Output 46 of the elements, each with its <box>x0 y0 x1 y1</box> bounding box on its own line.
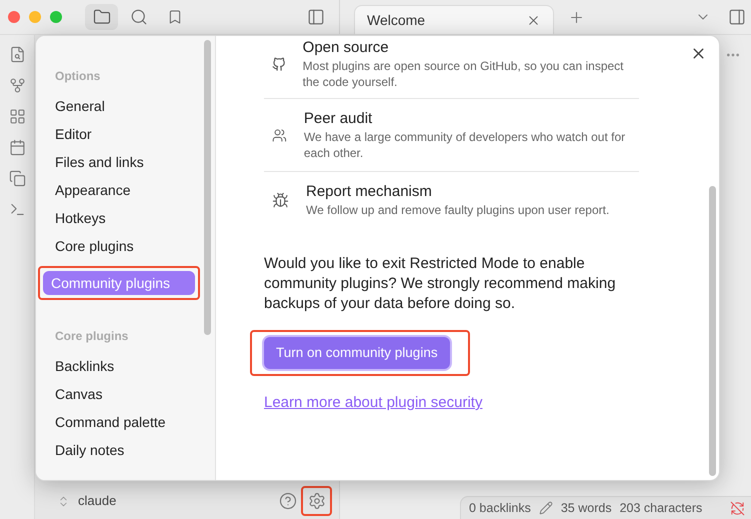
feature-title: Report mechanism <box>306 182 433 201</box>
feature-description: Most plugins are open source on GitHub, so you can inspect the code yourself. <box>302 58 625 90</box>
folder-icon <box>92 8 110 26</box>
settings-icon[interactable] <box>308 492 326 510</box>
sidebar-toggle-icon[interactable] <box>307 8 325 26</box>
section-heading: Options <box>54 68 102 85</box>
bookmark-icon[interactable] <box>167 9 183 25</box>
file-search-icon[interactable] <box>8 46 26 63</box>
calendar-icon[interactable] <box>8 139 26 156</box>
section-heading: Core plugins <box>54 328 130 345</box>
copy-icon[interactable] <box>8 170 26 187</box>
tab[interactable]: Welcome <box>354 5 554 34</box>
folder-button[interactable] <box>85 4 118 30</box>
settings-nav-item[interactable]: Backlinks <box>47 354 195 378</box>
grid-icon[interactable] <box>8 108 26 125</box>
status-text: 0 backlinks <box>469 500 531 517</box>
turn-on-button[interactable]: Turn on community plugins <box>264 337 450 369</box>
warning-text: Would you like to exit Restricted Mode to enable community plugins? We strongly recommend making backups of your data before doing so. <box>264 254 617 314</box>
vault-name[interactable]: claude <box>78 491 116 511</box>
settings-nav-item[interactable]: Files and links <box>47 150 195 174</box>
edit-icon[interactable] <box>538 501 553 515</box>
status-text: 203 characters <box>620 500 702 517</box>
feature-description: We have a large community of developers who watch out for each other. <box>304 129 626 161</box>
settings-nav-item[interactable]: Hotkeys <box>47 206 195 230</box>
settings-nav-item[interactable]: General <box>47 94 195 118</box>
close-window-button[interactable] <box>8 11 20 23</box>
settings-nav-item[interactable]: Core plugins <box>47 234 195 258</box>
search-icon[interactable] <box>130 8 148 26</box>
settings-nav-item[interactable]: Appearance <box>47 178 195 202</box>
feature-title: Peer audit <box>304 109 374 128</box>
status-text: 35 words <box>560 500 612 517</box>
settings-nav-item[interactable]: Canvas <box>47 382 195 406</box>
feature-title: Open source <box>302 38 390 57</box>
bug-icon <box>272 192 289 208</box>
sync-off-icon[interactable] <box>730 500 745 516</box>
users-icon <box>272 126 287 144</box>
settings-nav-item[interactable]: Daily notes <box>47 438 195 462</box>
github-icon <box>272 56 286 72</box>
settings-nav-item[interactable]: Editor <box>47 122 195 146</box>
feature-description: We follow up and remove faulty plugins upon user report. <box>306 202 610 218</box>
terminal-icon[interactable] <box>8 201 26 218</box>
security-link[interactable]: Learn more about plugin security <box>264 392 639 414</box>
right-sidebar-icon[interactable] <box>728 8 746 26</box>
help-icon[interactable] <box>279 492 297 510</box>
settings-nav-item[interactable]: Command palette <box>47 410 195 434</box>
graph-icon[interactable] <box>8 77 26 94</box>
